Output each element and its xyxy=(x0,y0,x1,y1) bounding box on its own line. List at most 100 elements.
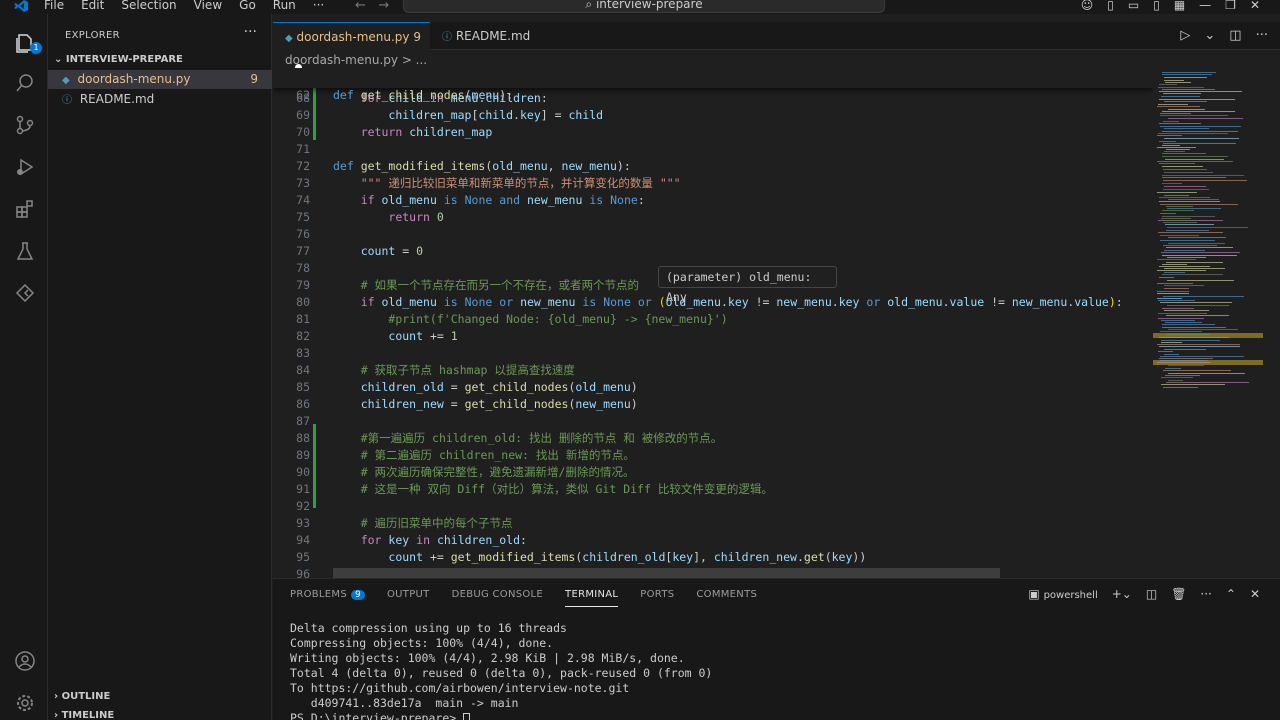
more-actions-icon[interactable]: ··· xyxy=(244,24,257,40)
forward-arrow-icon[interactable]: → xyxy=(378,0,389,13)
minimap-line xyxy=(1157,291,1189,292)
menu-file[interactable]: File xyxy=(44,0,64,12)
minimap-line xyxy=(1158,318,1204,319)
minimap-line xyxy=(1163,245,1217,246)
minimap-line xyxy=(1166,262,1223,263)
minimap-line xyxy=(1159,84,1177,85)
tab-output[interactable]: OUTPUT xyxy=(387,589,430,600)
tab-debug-console[interactable]: DEBUG CONSOLE xyxy=(452,589,543,600)
more-actions-icon[interactable]: ··· xyxy=(1256,28,1268,43)
code-line-71: 71 xyxy=(296,142,310,156)
horizontal-scrollbar[interactable] xyxy=(333,568,1000,578)
comment: # 遍历旧菜单中的每个子节点 xyxy=(360,516,513,530)
tab-terminal[interactable]: TERMINAL xyxy=(565,589,619,607)
minimap-line xyxy=(1159,358,1213,359)
file-readme[interactable]: ⓘ README.md xyxy=(48,90,272,109)
minimap-line xyxy=(1157,293,1189,294)
menu-selection[interactable]: Selection xyxy=(121,0,176,12)
command-center[interactable]: ⌕ interview-prepare xyxy=(403,0,885,13)
code-line-82: 82 count += 1 xyxy=(296,329,458,343)
chevron-right-icon: › xyxy=(54,710,59,720)
sticky-scroll[interactable]: 62 def get_child_nodes(menu): xyxy=(273,68,1153,102)
terminal-output[interactable]: Delta compression using up to 16 threads… xyxy=(290,621,712,720)
minimap-line xyxy=(1164,250,1205,251)
code-line-81: 81 #print(f'Changed Node: {old_menu} -> … xyxy=(296,312,728,326)
remote-explorer-icon[interactable] xyxy=(14,282,36,304)
menu-view[interactable]: View xyxy=(194,0,222,12)
code-line-91: 91 # 这是一种 双向 Diff（对比）算法，类似 Git Diff 比较文件… xyxy=(296,482,773,496)
layout-right-icon[interactable]: ▯ xyxy=(1153,0,1160,12)
file-doordash-menu[interactable]: ◆ doordash-menu.py 9 xyxy=(48,70,272,89)
copilot-icon[interactable]: ☺ xyxy=(1081,0,1094,12)
code-line-76: 76 xyxy=(296,227,310,241)
run-debug-icon[interactable] xyxy=(14,156,36,178)
chevron-right-icon: › xyxy=(54,691,59,702)
menu-edit[interactable]: Edit xyxy=(81,0,104,12)
close-panel-icon[interactable]: ✕ xyxy=(1250,587,1260,601)
code-line-73: 73 """ 递归比较旧菜单和新菜单的节点，并计算变化的数量 """ xyxy=(296,176,681,190)
comment: # 如果一个节点存在而另一个不存在，或者两个节点的 xyxy=(360,278,640,292)
close-window-icon[interactable]: ✕ xyxy=(1250,0,1260,12)
source-control-icon[interactable] xyxy=(14,114,36,136)
layout-panel-icon[interactable]: ▭ xyxy=(1128,0,1139,12)
comment: # 两次遍历确保完整性，避免遗漏新增/删除的情况。 xyxy=(360,465,635,479)
tab-ports[interactable]: PORTS xyxy=(640,589,674,600)
settings-gear-icon[interactable] xyxy=(14,692,36,714)
minimap-line xyxy=(1163,387,1198,388)
minimap-line xyxy=(1167,305,1229,306)
outline-section[interactable]: › OUTLINE xyxy=(54,691,110,702)
minimap-line xyxy=(1164,172,1213,173)
code-line-89: 89 # 第二遍遍历 children_new: 找出 新增的节点。 xyxy=(296,448,635,462)
menu-run[interactable]: Run xyxy=(273,0,296,12)
minimap-line xyxy=(1159,197,1210,198)
maximize-panel-icon[interactable]: ⌃ xyxy=(1226,587,1236,601)
minimap-line xyxy=(1168,380,1183,381)
breadcrumb[interactable]: doordash-menu.py > ... xyxy=(285,53,427,67)
kill-terminal-icon[interactable]: 🗑 xyxy=(1171,587,1186,601)
tab-doordash-menu[interactable]: ◆ doordash-menu.py 9 xyxy=(273,22,430,71)
chevron-down-icon[interactable]: ⌄ xyxy=(1204,28,1215,43)
menu-more[interactable]: ··· xyxy=(313,0,324,12)
account-icon[interactable] xyxy=(14,650,36,672)
minimap-line xyxy=(1160,240,1215,241)
split-terminal-icon[interactable]: ◫ xyxy=(1146,587,1157,601)
code-line-62: 62 def get_child_nodes(menu): xyxy=(296,88,514,102)
comment: #第一遍遍历 children_old: 找出 删除的节点 和 被修改的节点。 xyxy=(360,431,723,445)
search-icon[interactable] xyxy=(14,72,36,94)
menu-go[interactable]: Go xyxy=(239,0,256,12)
layout-sidebar-icon[interactable]: ▯ xyxy=(1107,0,1114,12)
minimap-line xyxy=(1161,342,1182,343)
workspace-folder[interactable]: ⌄ INTERVIEW-PREPARE xyxy=(54,54,183,65)
minimize-icon[interactable]: — xyxy=(1199,0,1211,12)
code-line-94: 94 for key in children_old: xyxy=(296,533,527,547)
split-editor-icon[interactable]: ◫ xyxy=(1229,28,1241,43)
minimap-line xyxy=(1158,104,1188,105)
restore-icon[interactable]: ❐ xyxy=(1225,0,1236,12)
terminal-shell-selector[interactable]: ▣ powershell xyxy=(1028,587,1097,601)
minimap-line xyxy=(1163,93,1201,94)
code-editor[interactable]: 62 def get_child_nodes(menu): 68 for chil… xyxy=(273,68,1153,578)
layout-custom-icon[interactable]: ▦ xyxy=(1174,0,1185,12)
more-actions-icon[interactable]: ··· xyxy=(1200,587,1211,601)
code-line-72: 72 def get_modified_items(old_menu, new_m… xyxy=(296,159,631,173)
minimap-line xyxy=(1162,274,1223,275)
minimap-line xyxy=(1166,315,1229,316)
tab-comments[interactable]: COMMENTS xyxy=(696,589,757,600)
minimap[interactable] xyxy=(1153,68,1263,578)
testing-flask-icon[interactable] xyxy=(14,240,36,262)
tab-problems[interactable]: PROBLEMS 9 xyxy=(290,589,366,600)
back-arrow-icon[interactable]: ← xyxy=(355,0,366,13)
new-terminal-icon[interactable]: +⌄ xyxy=(1112,587,1132,601)
docstring: """ 递归比较旧菜单和新菜单的节点，并计算变化的数量 """ xyxy=(360,176,681,190)
minimap-line xyxy=(1162,183,1182,184)
menu-bar: File Edit Selection View Go Run ··· xyxy=(44,0,341,12)
tab-readme[interactable]: ⓘ README.md xyxy=(430,22,540,50)
run-file-icon[interactable]: ▷ xyxy=(1180,28,1190,43)
minimap-line xyxy=(1163,296,1244,297)
timeline-section[interactable]: › TIMELINE xyxy=(54,710,114,720)
minimap-line xyxy=(1166,206,1193,207)
extensions-icon[interactable] xyxy=(14,198,36,220)
minimap-line xyxy=(1165,224,1214,225)
terminal-line: d409741..83de17a main -> main xyxy=(290,696,519,710)
terminal-icon: ▣ xyxy=(1028,587,1040,601)
